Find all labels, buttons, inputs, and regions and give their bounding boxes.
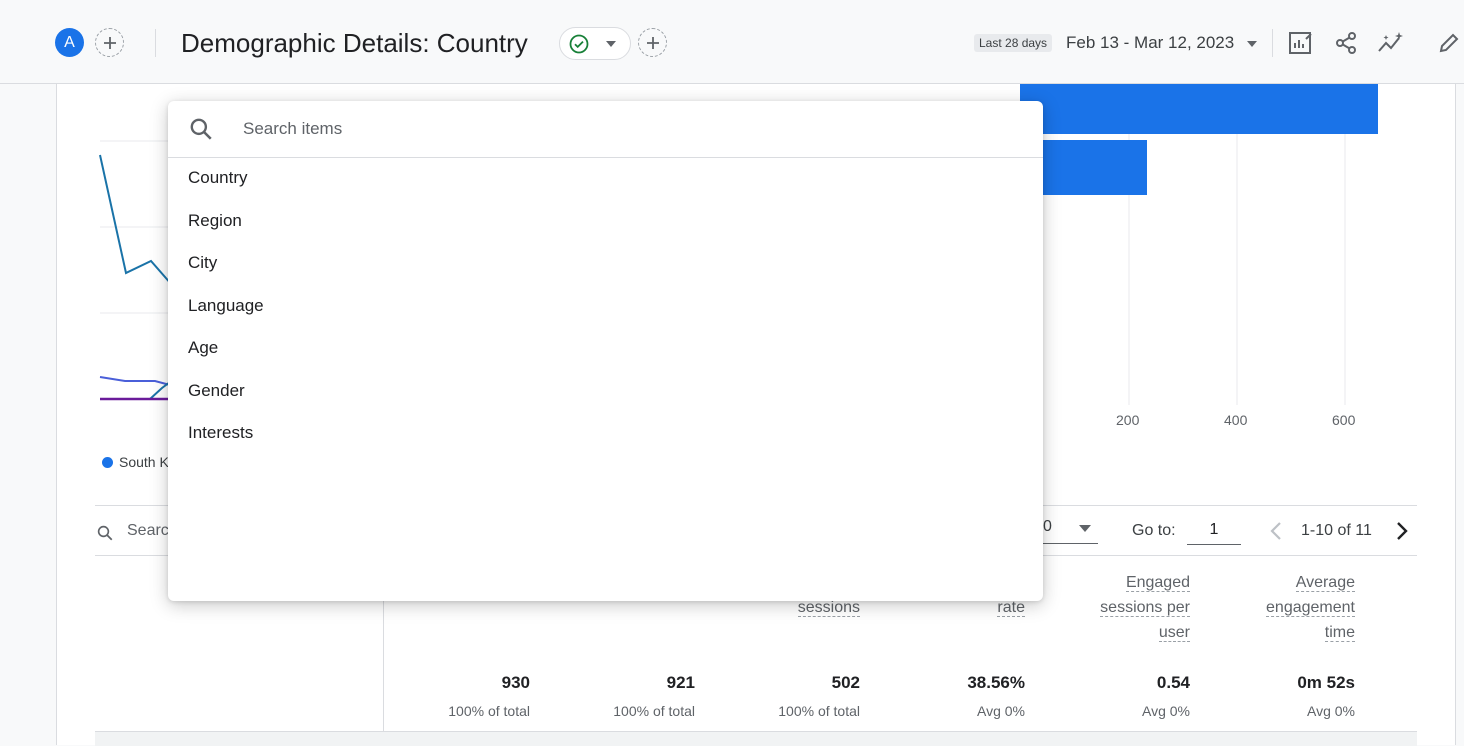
- column-header-text: engagement: [1266, 599, 1355, 617]
- legend-dot: [102, 456, 113, 468]
- legend-label: South K: [119, 454, 169, 470]
- rows-select-underline: [1040, 543, 1098, 544]
- chevron-left-icon[interactable]: [1269, 521, 1283, 541]
- line-chart-gridlines: [100, 140, 170, 314]
- column-header-text: Engaged: [1125, 574, 1190, 592]
- dropdown-item-age[interactable]: Age: [168, 333, 1043, 376]
- total-value: 502: [831, 673, 860, 692]
- column-header-text: time: [1324, 624, 1355, 642]
- column-header-text: sessions per: [1100, 599, 1190, 617]
- table-search-input[interactable]: Searc: [127, 522, 169, 540]
- column-header-average-engagement-time[interactable]: Average engagement time: [1266, 570, 1355, 645]
- total-value: 0m 52s: [1297, 673, 1355, 692]
- bar-axis-tick: 400: [1224, 412, 1248, 428]
- dropdown-search-input[interactable]: [241, 115, 1025, 143]
- chevron-right-icon[interactable]: [1395, 521, 1409, 541]
- total-value: 930: [501, 673, 530, 692]
- bar-axis-tick: 600: [1332, 412, 1356, 428]
- dropdown-item-language[interactable]: Language: [168, 291, 1043, 334]
- bar: [1020, 84, 1378, 134]
- total-subtext: Avg 0%: [1307, 703, 1355, 719]
- total-value: 921: [666, 673, 695, 692]
- goto-page-input[interactable]: [1187, 516, 1241, 545]
- column-header-text: Average: [1295, 574, 1355, 592]
- column-header-engaged-sessions-per-user[interactable]: Engaged sessions per user: [1100, 570, 1190, 645]
- line-series: [99, 376, 171, 386]
- column-header-text: sessions: [797, 599, 860, 617]
- column-header-text: rate: [997, 599, 1025, 617]
- dropdown-item-interests[interactable]: Interests: [168, 418, 1043, 461]
- dropdown-item-list: Country Region City Language Age Gender …: [168, 163, 1043, 461]
- dropdown-item-gender[interactable]: Gender: [168, 376, 1043, 419]
- search-icon: [97, 525, 113, 541]
- line-series: [149, 381, 171, 400]
- search-icon: [190, 118, 212, 140]
- chart-legend[interactable]: South K: [102, 454, 169, 470]
- table-row: [95, 731, 1417, 746]
- dropdown-item-region[interactable]: Region: [168, 206, 1043, 249]
- total-subtext: 100% of total: [613, 703, 695, 719]
- total-subtext: Avg 0%: [977, 703, 1025, 719]
- dropdown-item-country[interactable]: Country: [168, 163, 1043, 206]
- total-subtext: Avg 0%: [1142, 703, 1190, 719]
- goto-label: Go to:: [1132, 522, 1176, 539]
- pagination-info: 1-10 of 11: [1301, 522, 1372, 539]
- bar-axis-tick: 200: [1116, 412, 1140, 428]
- dropdown-search-bar: [168, 101, 1043, 158]
- column-header-text: user: [1158, 624, 1190, 642]
- total-subtext: 100% of total: [448, 703, 530, 719]
- rows-per-page-select[interactable]: 0: [1043, 518, 1052, 536]
- caret-down-icon: [1079, 525, 1091, 532]
- total-subtext: 100% of total: [778, 703, 860, 719]
- dropdown-item-city[interactable]: City: [168, 248, 1043, 291]
- dimension-dropdown-menu: Country Region City Language Age Gender …: [168, 101, 1043, 601]
- total-value: 38.56%: [967, 673, 1025, 692]
- line-series: [99, 154, 173, 286]
- total-value: 0.54: [1156, 673, 1190, 692]
